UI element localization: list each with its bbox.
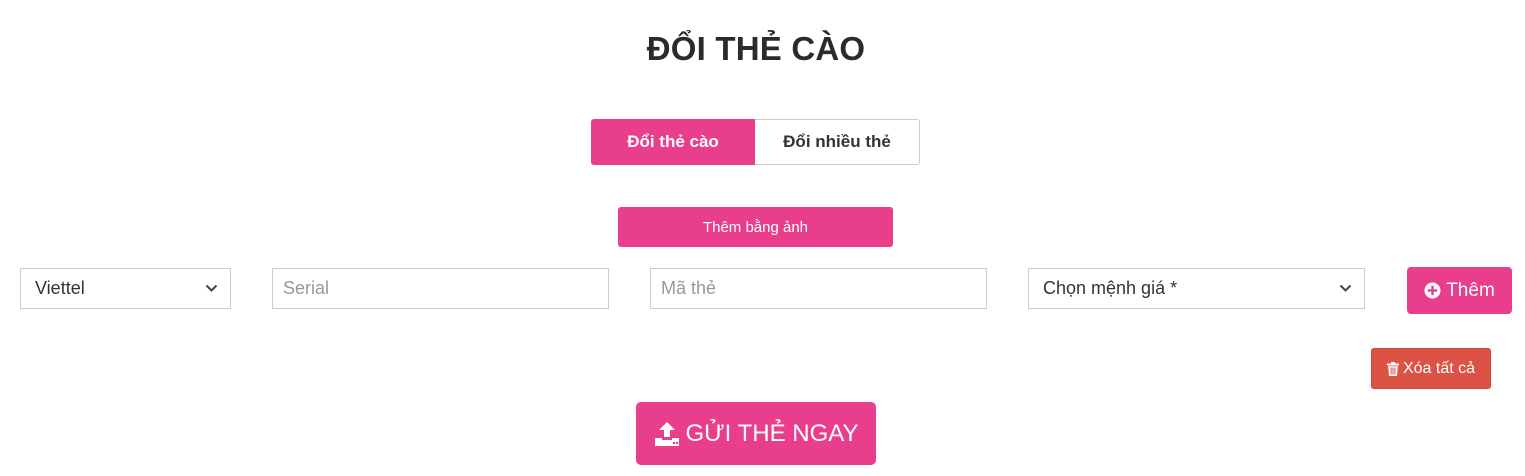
chevron-down-icon [1338, 282, 1352, 296]
plus-circle-icon [1424, 282, 1441, 299]
submit-cards-button[interactable]: GỬI THẺ NGAY [636, 402, 876, 465]
denomination-select[interactable]: Chọn mệnh giá * [1028, 268, 1365, 309]
upload-icon [654, 421, 680, 447]
carrier-select-value: Viettel [35, 278, 85, 298]
page-title: ĐỔI THẺ CÀO [646, 30, 866, 67]
serial-input[interactable] [272, 268, 609, 309]
add-card-button-label: Thêm [1446, 279, 1495, 301]
clear-all-button[interactable]: Xóa tất cả [1371, 348, 1491, 389]
add-by-image-button[interactable]: Thêm bằng ảnh [618, 207, 893, 247]
chevron-down-icon [204, 282, 218, 296]
tab-single-card[interactable]: Đổi thẻ cào [591, 119, 755, 165]
add-card-button[interactable]: Thêm [1407, 267, 1512, 314]
exchange-mode-tabs: Đổi thẻ cào Đổi nhiều thẻ [591, 119, 920, 165]
tab-multiple-cards[interactable]: Đổi nhiều thẻ [755, 119, 920, 165]
carrier-select[interactable]: Viettel [20, 268, 231, 309]
trash-icon [1386, 361, 1399, 376]
clear-all-button-label: Xóa tất cả [1402, 359, 1476, 377]
submit-cards-button-label: GỬI THẺ NGAY [685, 419, 859, 447]
card-code-input[interactable] [650, 268, 987, 309]
denomination-select-value: Chọn mệnh giá * [1043, 278, 1178, 298]
